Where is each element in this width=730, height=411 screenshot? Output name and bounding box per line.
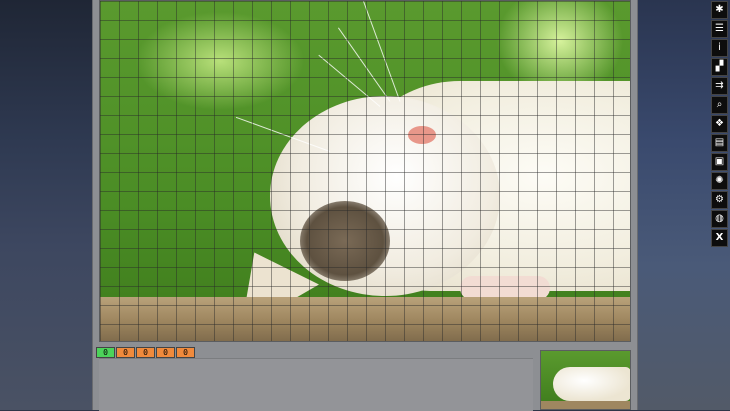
scatter-icon: ✱ [715,4,724,15]
puzzle-piece-button[interactable]: ❖ [711,115,728,133]
preview-button[interactable]: ▣ [711,153,728,171]
gear-settings-button[interactable]: ✺ [711,172,728,190]
background-left [0,0,92,410]
preview-cat [553,367,630,401]
search-icon: ⌕ [716,99,723,110]
preview-thumbnail[interactable] [540,350,631,410]
right-toolbar: ✱ ☰ i ▞ ⇉ ⌕ ❖ ▤ ▣ ✺ ⚙ ◍ X [711,1,729,247]
puzzle-board[interactable] [99,0,631,342]
gear-settings-icon: ✺ [715,175,724,186]
edge-pieces-button[interactable]: ▞ [711,58,728,76]
sort-pieces-button[interactable]: ⇉ [711,77,728,95]
puzzle-piece-grid [100,1,630,341]
puzzle-piece-icon: ❖ [715,118,724,129]
search-button[interactable]: ⌕ [711,96,728,114]
counter-tray-2[interactable]: 0 [136,347,155,358]
counter-tray-4[interactable]: 0 [176,347,195,358]
save-button[interactable]: ▤ [711,134,728,152]
menu-list-button[interactable]: ☰ [711,20,728,38]
cog-icon: ⚙ [715,194,724,205]
edge-pieces-icon: ▞ [715,61,724,72]
globe-icon: ◍ [715,213,724,224]
globe-button[interactable]: ◍ [711,210,728,228]
scatter-button[interactable]: ✱ [711,1,728,19]
piece-tray[interactable] [99,358,533,411]
close-button[interactable]: X [711,229,728,247]
menu-list-icon: ☰ [715,23,724,34]
info-icon: i [718,42,721,53]
counter-placed: 0 [96,347,115,358]
cog-button[interactable]: ⚙ [711,191,728,209]
preview-wood [541,401,630,409]
preview-icon: ▣ [714,156,725,167]
counter-tray-3[interactable]: 0 [156,347,175,358]
sort-pieces-icon: ⇉ [715,80,724,91]
info-button[interactable]: i [711,39,728,57]
save-icon: ▤ [714,137,725,148]
counter-tray-1[interactable]: 0 [116,347,135,358]
close-icon: X [715,232,724,243]
